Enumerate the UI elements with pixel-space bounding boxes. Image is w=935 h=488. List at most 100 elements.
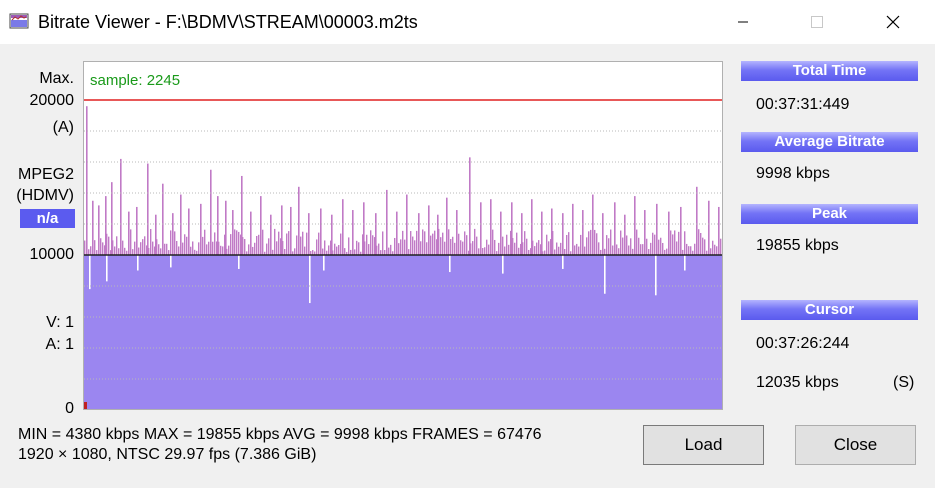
bitrate-bar: [356, 240, 358, 256]
bitrate-bar: [134, 241, 136, 256]
bitrate-bar: [316, 239, 318, 256]
bitrate-spike: [155, 214, 157, 256]
bitrate-bar: [294, 248, 296, 256]
bitrate-bar: [700, 232, 702, 256]
bitrate-spike: [352, 210, 354, 256]
bitrate-bar: [618, 248, 620, 256]
bitrate-bar: [334, 243, 336, 256]
bitrate-dip: [137, 255, 139, 271]
bitrate-dip: [684, 255, 686, 271]
bitrate-bar: [420, 241, 422, 256]
bitrate-bar: [256, 235, 258, 256]
bitrate-spike: [469, 157, 471, 256]
bitrate-bar: [354, 249, 356, 256]
bitrate-spike: [582, 210, 584, 256]
cursor-header: Cursor: [741, 300, 918, 320]
load-button[interactable]: Load: [643, 425, 764, 465]
bitrate-bar: [622, 237, 624, 256]
bitrate-spike: [250, 211, 252, 256]
bitrate-bar: [702, 237, 704, 256]
bitrate-spike: [602, 213, 604, 256]
average-bitrate-value: 9998 kbps: [756, 165, 830, 182]
bitrate-bar: [228, 245, 230, 256]
bitrate-bar: [182, 242, 184, 256]
bitrate-bar: [152, 241, 154, 256]
bitrate-spike: [120, 158, 122, 256]
bitrate-spike: [105, 196, 107, 256]
bitrate-bar: [652, 232, 654, 256]
bitrate-bar: [138, 247, 140, 256]
bitrate-spike: [624, 214, 626, 256]
bitrate-bar: [502, 236, 504, 256]
bitrate-bar: [538, 240, 540, 256]
bitrate-bar: [586, 237, 588, 256]
bitrate-spike: [147, 163, 149, 256]
bitrate-spike: [644, 210, 646, 256]
bitrate-spike: [232, 210, 234, 256]
stats-video-info: 1920 × 1080, NTSC 29.97 fps (7.386 GiB): [18, 446, 317, 463]
bitrate-bar: [566, 234, 568, 256]
bitrate-bar: [558, 246, 560, 256]
bitrate-bar: [526, 238, 528, 256]
bitrate-bar: [378, 243, 380, 256]
bitrate-bar: [318, 232, 320, 256]
bitrate-bar: [302, 231, 304, 256]
bitrate-bar: [408, 249, 410, 256]
bitrate-graph[interactable]: sample: 2245: [83, 61, 723, 410]
bitrate-spike: [500, 211, 502, 256]
audio-streams-label: A: 1: [45, 336, 74, 353]
bitrate-bar: [88, 249, 90, 256]
stats-summary: MIN = 4380 kbps MAX = 19855 kbps AVG = 9…: [18, 426, 542, 443]
bitrate-bar: [266, 243, 268, 256]
bitrate-bar: [688, 246, 690, 256]
bitrate-bar: [556, 242, 558, 256]
bitrate-bar: [548, 241, 550, 256]
bitrate-spike: [521, 213, 523, 256]
bitrate-bar: [426, 242, 428, 256]
title-bar[interactable]: Bitrate Viewer - F:\BDMV\STREAM\00003.m2…: [0, 0, 935, 44]
bitrate-bar: [576, 243, 578, 256]
bitrate-spike: [718, 206, 720, 256]
bitrate-bar: [632, 248, 634, 256]
bitrate-bar: [296, 235, 298, 256]
bitrate-bar: [610, 229, 612, 256]
bitrate-bar: [274, 228, 276, 256]
close-window-button[interactable]: [870, 0, 916, 44]
bitrate-bar: [440, 237, 442, 256]
bitrate-spike: [281, 205, 283, 256]
mid-value-label: 10000: [29, 246, 75, 263]
minimize-button[interactable]: [720, 0, 766, 44]
bitrate-spike: [634, 196, 636, 256]
bitrate-bar: [94, 240, 96, 256]
bitrate-dip: [309, 255, 311, 304]
bitrate-bar: [306, 232, 308, 256]
bitrate-bar: [714, 244, 716, 256]
bitrate-bar: [338, 245, 340, 256]
bitrate-bar: [474, 228, 476, 256]
bitrate-bar: [568, 232, 570, 256]
bitrate-spike: [210, 169, 212, 256]
bitrate-bar: [142, 239, 144, 256]
bitrate-bar: [704, 239, 706, 256]
bitrate-spike: [270, 214, 272, 256]
bitrate-bar: [184, 234, 186, 256]
bitrate-bar: [488, 244, 490, 256]
bitrate-bar: [170, 230, 172, 256]
peak-header: Peak: [741, 204, 918, 224]
bitrate-bar: [160, 248, 162, 256]
bitrate-spike: [200, 203, 202, 256]
close-button[interactable]: Close: [795, 425, 916, 465]
bitrate-bar: [236, 230, 238, 256]
bitrate-bar: [650, 242, 652, 256]
bitrate-dip: [449, 255, 451, 273]
bitrate-spike: [511, 202, 513, 256]
bitrate-bar: [424, 231, 426, 256]
bitrate-bar: [164, 243, 166, 256]
bitrate-bar: [712, 240, 714, 256]
maximize-button[interactable]: [794, 0, 840, 44]
bitrate-bar: [690, 246, 692, 256]
bitrate-bar: [220, 245, 222, 256]
bitrate-bar: [238, 231, 240, 256]
bitrate-bar: [140, 242, 142, 256]
bitrate-bar: [176, 240, 178, 256]
